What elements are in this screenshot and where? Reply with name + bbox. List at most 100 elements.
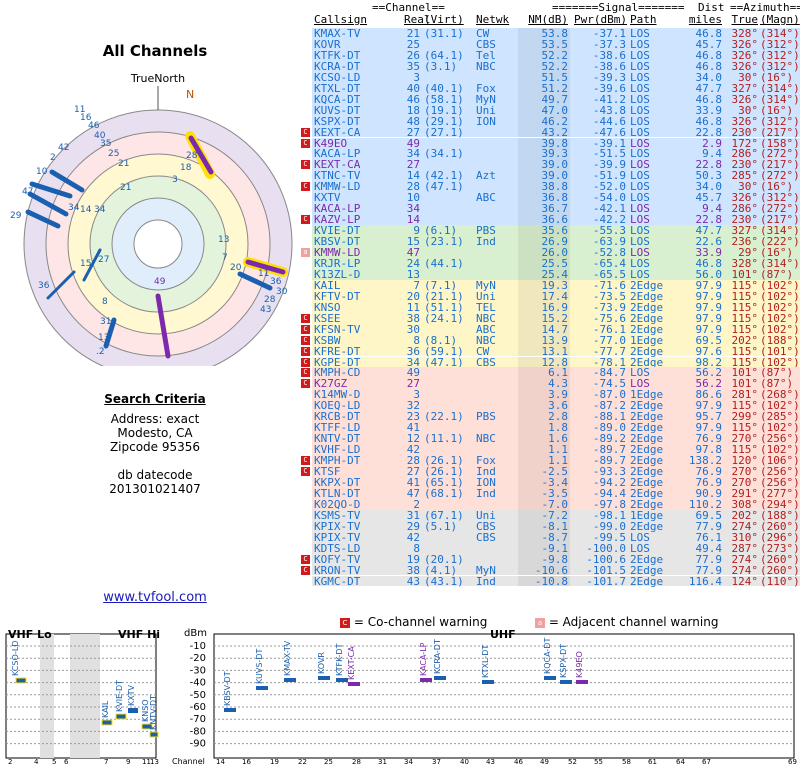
cell-az: 115°	[731, 344, 759, 358]
criteria-address: Address: exact	[110, 412, 200, 426]
spectrum-label: KSPX-DT	[559, 644, 568, 678]
polar-center	[133, 219, 183, 269]
cell-cs[interactable]: KOFY-TV	[314, 554, 360, 565]
channel-tick: 13	[150, 758, 159, 766]
channel-tick: 46	[514, 758, 523, 766]
cell-cs[interactable]: KUVS-DT	[314, 105, 360, 116]
cell-path: LOS	[630, 114, 650, 128]
cell-path: 2Edge	[630, 563, 664, 577]
cell-cs[interactable]: KRON-TV	[314, 565, 360, 576]
cell-nm: 14.7	[541, 322, 569, 336]
dbm-tick: -40	[190, 678, 206, 689]
cell-nm: 13.1	[541, 344, 569, 358]
spectrum-label: KBSV-DT	[223, 671, 232, 706]
header-miles: miles	[688, 13, 722, 26]
cell-real: 30	[406, 322, 420, 336]
cell-virt: (27.1)	[424, 125, 464, 139]
channel-tick: 61	[648, 758, 657, 766]
spectrum-label: KQCA-DT	[543, 638, 552, 674]
channel-tick: 2	[8, 758, 12, 766]
cell-mag: (101°)	[760, 344, 800, 358]
cell-dist: 33.9	[695, 103, 723, 117]
channel-label: Channel	[172, 757, 205, 766]
header-true: True	[731, 13, 759, 26]
table-row: C KFRE-DT 36 (59.1) CW 13.1 -77.7 2Edge 97.6 115°…	[301, 344, 800, 358]
criteria-zip: Zipcode 95356	[109, 440, 201, 454]
dbm-tick: -70	[190, 714, 206, 725]
bar-kaca	[420, 678, 432, 682]
channel-tick: 6	[64, 758, 69, 766]
cell-net: Uni	[476, 103, 496, 117]
cell-dist: 97.6	[695, 344, 723, 358]
panel-title: All Channels	[102, 42, 208, 60]
search-criteria: Search Criteria Address: exact Modesto, …	[0, 392, 310, 496]
cell-dist: 77.9	[695, 552, 723, 566]
bar-kcra	[434, 676, 446, 680]
channel-tick: 28	[352, 758, 361, 766]
spoke-label: 47	[22, 187, 33, 197]
spoke-label: 36	[38, 281, 50, 291]
bar-kail	[101, 719, 113, 726]
bar-ktnc	[224, 708, 236, 712]
co-channel-warning-icon: C	[301, 456, 310, 466]
cell-virt: (43.1)	[424, 574, 464, 588]
cell-real: 8	[413, 541, 420, 555]
cell-net: CBS	[476, 355, 496, 369]
cell-cs[interactable]: KGMC-DT	[314, 576, 360, 587]
spectrum-label: KAIL	[101, 700, 110, 718]
cell-pwr: -101.7	[586, 574, 626, 588]
channel-tick: 49	[540, 758, 549, 766]
vhf-gap	[70, 634, 100, 758]
table-header-row: Callsign Real (Virt) Netwk NM(dB) Pwr(dBm) Pat…	[312, 13, 800, 26]
cell-net: NBC	[476, 432, 496, 446]
table-row: C KEXT-CA 27 (27.1) 43.2 -47.6 LOS 22.8 230° (217…	[301, 125, 800, 139]
spectrum-label: KTFK-DT	[335, 643, 344, 676]
co-channel-icon: C	[340, 617, 350, 628]
cell-pwr: -77.7	[592, 344, 626, 358]
spoke-label: 13	[218, 235, 229, 245]
cell-cs[interactable]: KFSN-TV	[314, 324, 360, 335]
vhf-hi-label: VHF Hi	[118, 628, 160, 641]
channel-tick: 16	[242, 758, 251, 766]
spoke-label: 30	[276, 287, 288, 297]
cell-net: NBC	[476, 333, 496, 347]
channel-tick: 7	[104, 758, 108, 766]
criteria-db-value: 201301021407	[109, 482, 201, 496]
cell-net: NBC	[476, 59, 496, 73]
cell-virt: (3.1)	[424, 59, 458, 73]
cell-virt: (47.1)	[424, 180, 464, 194]
table-row: KQCA-DT 46 (58.1) MyN 49.7 -41.2 LOS 46.8 326° (3…	[312, 93, 800, 105]
cell-nm: -10.6	[534, 563, 568, 577]
spoke-label: 25	[108, 149, 119, 159]
table-row: KUVS-DT 18 (19.1) Uni 47.0 -43.8 LOS 33.9 30° (16…	[312, 103, 800, 117]
spoke-label: 28	[264, 295, 276, 305]
cell-real: 48	[406, 114, 420, 128]
cell-net: CBS	[476, 530, 496, 544]
adjacent-channel-text: = Adjacent channel warning	[548, 615, 719, 629]
channel-tick: 4	[34, 758, 39, 766]
channel-tick: 34	[404, 758, 413, 766]
cell-path: 2Edge	[630, 552, 664, 566]
cell-cs[interactable]: KFRE-DT	[314, 346, 360, 357]
cell-cs[interactable]: KSPX-DT	[314, 116, 360, 127]
channel-tick: 58	[622, 758, 631, 766]
cell-net: ABC	[476, 191, 496, 205]
header-pwr: Pwr(dBm)	[574, 13, 627, 26]
cell-real: 19	[406, 552, 420, 566]
cell-real: 18	[406, 103, 420, 117]
cell-mag: (217°)	[760, 125, 800, 139]
channel-tick: 31	[378, 758, 387, 766]
co-channel-warning-icon: C	[301, 379, 310, 389]
uhf-label: UHF	[490, 628, 516, 641]
spectrum-label: KMAX-TV	[283, 640, 292, 676]
cell-virt: (11.1)	[424, 432, 464, 446]
spectrum-chart: VHF Lo VHF Hi UHF dBm Channel -10-20-30 -…	[5, 628, 797, 766]
spectrum-label: KCSO-LD	[11, 641, 20, 677]
site-link[interactable]: www.tvfool.com	[0, 590, 310, 605]
cell-pwr: -77.0	[592, 333, 626, 347]
cell-cs[interactable]: KSBW	[314, 335, 341, 346]
cell-cs[interactable]: KEXT-CA	[314, 127, 360, 138]
table-row: C KRON-TV 38 (4.1) MyN -10.6 -101.5 2Edge 77.9 27…	[301, 563, 800, 577]
bar-kmax	[284, 678, 296, 682]
cell-cs[interactable]: KDTS-LD	[314, 543, 360, 554]
